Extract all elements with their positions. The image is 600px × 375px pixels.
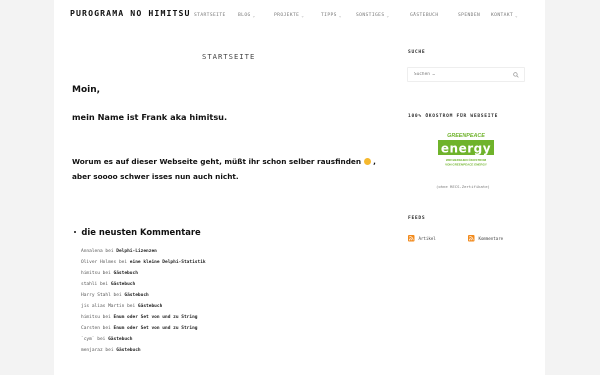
search-input[interactable] (414, 72, 514, 77)
page-container: PUROGRAMA NO HIMITSU STARTSEITE BLOG ⌄ PROJ… (54, 0, 545, 375)
nav-item-label: TIPPS (321, 13, 337, 18)
nav-item-6[interactable]: SPENDEN (458, 13, 491, 18)
comment-author[interactable]: Annalena (81, 249, 103, 254)
nav-item-label: STARTSEITE (194, 13, 226, 18)
comment-author[interactable]: Harry Stahl (81, 293, 111, 298)
intro-text: mein Name ist Frank aka himitsu. (72, 112, 228, 122)
feed-label: Kommentare (478, 235, 504, 241)
nav-item-1[interactable]: BLOG ⌄ (238, 13, 274, 18)
comment-item: himitsu bei Enum oder Set von und zu Str… (81, 312, 311, 323)
chevron-down-icon: ⌄ (301, 13, 305, 18)
svg-text:GREENPEACE: GREENPEACE (447, 133, 485, 139)
comment-separator: bei (102, 249, 117, 254)
nav-item-label: SONSTIGES (356, 13, 385, 18)
nav-item-label: PROJEKTE (274, 13, 300, 18)
comment-separator: bei (102, 348, 117, 353)
bullet-icon (74, 230, 77, 234)
rss-icon (468, 235, 475, 242)
comment-post-link[interactable]: eine kleine Delphi-Statistik (130, 260, 206, 265)
eco-heading: 100% ÖKOSTROM FÜR WEBSEITE (408, 114, 499, 119)
comment-separator: bei (116, 260, 130, 265)
nav-item-3[interactable]: TIPPS ⌄ (321, 13, 356, 18)
comment-author[interactable]: himitsu (81, 315, 100, 320)
nav-item-label: SPENDEN (458, 13, 481, 18)
feed-link-comments[interactable]: Kommentare (468, 235, 503, 242)
greenpeace-energy-logo[interactable]: GREENPEACE energy WIR BEZIEHEN ÖKOSTROM … (436, 128, 496, 173)
search-heading: SUCHE (408, 50, 426, 55)
chevron-down-icon: ⌄ (515, 13, 518, 18)
comment-item: Oliver Holmes bei eine kleine Delphi-Sta… (81, 257, 311, 268)
comment-separator: bei (99, 326, 114, 331)
page-title: STARTSEITE (202, 52, 256, 61)
svg-text:WIR BEZIEHEN ÖKOSTROM: WIR BEZIEHEN ÖKOSTROM (446, 157, 487, 162)
nav-item-7[interactable]: KONTAKT ⌄ (491, 13, 527, 18)
comment-separator: bei (94, 337, 109, 342)
comment-post-link[interactable]: Gästebuch (111, 282, 135, 287)
comment-post-link[interactable]: Enum oder Set von und zu String (114, 315, 198, 320)
feed-label: Artikel (418, 235, 436, 241)
nav-item-4[interactable]: SONSTIGES ⌄ (356, 13, 410, 18)
intro-paragraph: Worum es auf dieser Webseite geht, müßt … (72, 154, 377, 184)
comment-author[interactable]: himitsu (81, 271, 100, 276)
search-box[interactable] (407, 67, 525, 82)
paragraph-text: Worum es auf dieser Webseite geht, müßt … (72, 157, 362, 166)
logo-note: (ohne RECS-Zertifikate) (436, 184, 490, 189)
comment-item: Carsten bei Enum oder Set von und zu Str… (81, 323, 311, 334)
comment-item: stahli bei Gästebuch (81, 279, 311, 290)
svg-text:VON GREENPEACE ENERGY: VON GREENPEACE ENERGY (445, 163, 487, 167)
search-icon[interactable] (513, 72, 519, 78)
comments-list: Annalena bei Delphi-Lizenzen Oliver Holme… (81, 246, 311, 356)
greeting: Moin, (72, 85, 101, 95)
nav-item-5[interactable]: GÄSTEBUCH (410, 13, 458, 18)
comment-item: `cym` bei Gästebuch (81, 334, 311, 345)
comment-author[interactable]: jis alias Martin (81, 304, 124, 309)
comments-heading: die neusten Kommentare (74, 227, 201, 237)
comment-post-link[interactable]: Gästebuch (124, 293, 148, 298)
comment-item: himitsu bei Gästebuch (81, 268, 311, 279)
comment-item: jis alias Martin bei Gästebuch (81, 301, 311, 312)
comment-post-link[interactable]: Delphi-Lizenzen (116, 249, 157, 254)
smiley-icon (363, 158, 371, 165)
main-nav: STARTSEITE BLOG ⌄ PROJEKTE ⌄ TIPPS ⌄ SONSTIGES ⌄… (194, 13, 527, 18)
rss-icon (408, 235, 415, 242)
comment-author[interactable]: Carsten (81, 326, 100, 331)
nav-item-label: GÄSTEBUCH (410, 13, 439, 18)
nav-item-label: BLOG (238, 13, 251, 18)
comment-post-link[interactable]: Gästebuch (116, 348, 140, 353)
site-title[interactable]: PUROGRAMA NO HIMITSU (70, 8, 191, 18)
comment-author[interactable]: `cym` (81, 337, 95, 342)
feed-link-articles[interactable]: Artikel (408, 235, 436, 242)
svg-text:energy: energy (441, 142, 491, 156)
nav-item-0[interactable]: STARTSEITE (194, 13, 238, 18)
comment-author[interactable]: stahli (81, 282, 97, 287)
comments-heading-label: die neusten Kommentare (81, 227, 201, 237)
comment-item: Harry Stahl bei Gästebuch (81, 290, 311, 301)
comment-separator: bei (110, 293, 125, 298)
comment-post-link[interactable]: Enum oder Set von und zu String (114, 326, 198, 331)
chevron-down-icon: ⌄ (252, 13, 256, 18)
comment-post-link[interactable]: Gästebuch (114, 271, 138, 276)
feeds-heading: FEEDS (408, 216, 426, 221)
comment-separator: bei (124, 304, 138, 309)
nav-item-label: KONTAKT (491, 13, 514, 18)
greenpeace-energy-logo-image: GREENPEACE energy WIR BEZIEHEN ÖKOSTROM … (438, 133, 494, 167)
comment-separator: bei (99, 315, 114, 320)
comment-author[interactable]: menjaraz (81, 348, 103, 353)
comment-post-link[interactable]: Gästebuch (138, 304, 162, 309)
chevron-down-icon: ⌄ (386, 13, 390, 18)
comment-post-link[interactable]: Gästebuch (108, 337, 132, 342)
comment-separator: bei (99, 271, 114, 276)
comment-item: Annalena bei Delphi-Lizenzen (81, 246, 311, 257)
comment-item: menjaraz bei Gästebuch (81, 345, 311, 356)
comment-separator: bei (97, 282, 111, 287)
comment-author[interactable]: Oliver Holmes (81, 260, 116, 265)
chevron-down-icon: ⌄ (338, 13, 342, 18)
nav-item-2[interactable]: PROJEKTE ⌄ (274, 13, 321, 18)
